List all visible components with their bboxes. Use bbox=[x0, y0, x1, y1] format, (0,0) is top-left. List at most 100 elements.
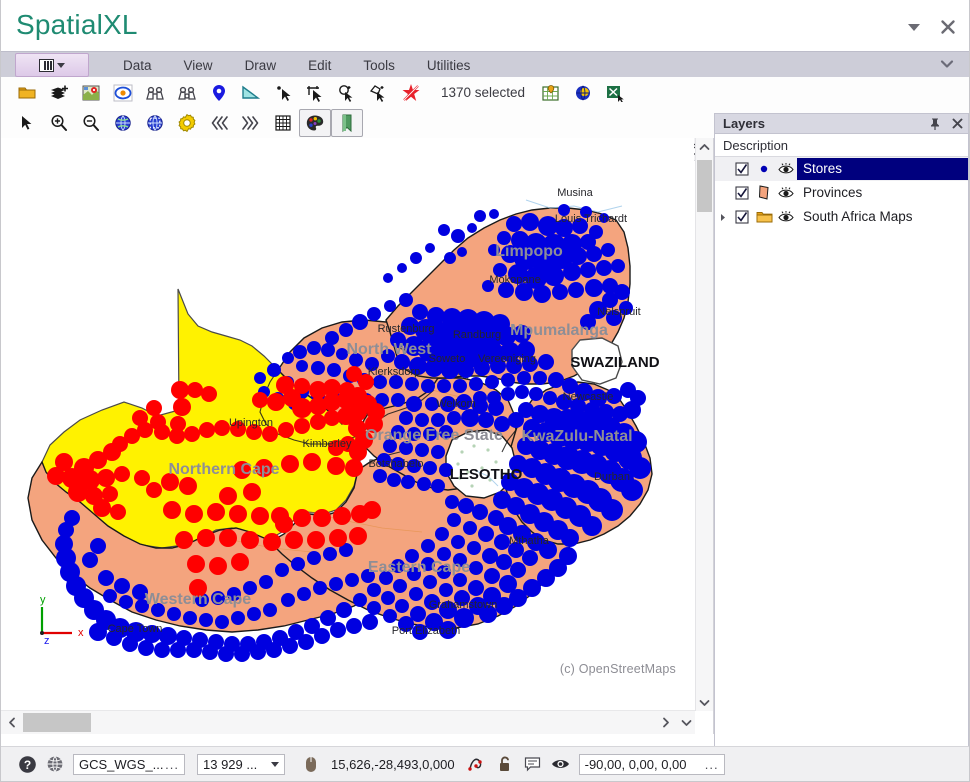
map-city-klerksdorp: Klerksdorp bbox=[368, 366, 421, 378]
layer-checkbox-provinces[interactable] bbox=[731, 186, 753, 200]
layer-checkbox-south-africa-maps[interactable] bbox=[731, 210, 753, 224]
select-rectangle-button[interactable] bbox=[299, 79, 331, 107]
menu-item-data[interactable]: Data bbox=[107, 55, 168, 76]
map-canvas[interactable]: Limpopo Mpumalanga North West KwaZulu-Na… bbox=[2, 138, 694, 711]
grid-button[interactable] bbox=[267, 109, 299, 137]
mouse-icon bbox=[305, 756, 317, 773]
scroll-corner-button[interactable] bbox=[677, 711, 695, 734]
zoom-in-button[interactable] bbox=[43, 109, 75, 137]
find-button[interactable] bbox=[139, 79, 171, 107]
zoom-full-button[interactable] bbox=[107, 109, 139, 137]
geocode-button[interactable] bbox=[567, 79, 599, 107]
map-label-eastern-cape: Eastern Cape bbox=[368, 559, 470, 576]
settings-button[interactable] bbox=[171, 109, 203, 137]
pan-select-button[interactable] bbox=[11, 109, 43, 137]
open-folder-button[interactable] bbox=[11, 79, 43, 107]
projection-field[interactable]: GCS_WGS_... ... bbox=[73, 754, 185, 775]
bookmarks-button[interactable] bbox=[331, 109, 363, 137]
menu-item-tools[interactable]: Tools bbox=[347, 55, 411, 76]
layer-row-south-africa-maps[interactable]: South Africa Maps bbox=[715, 205, 968, 229]
polyline-tool-button[interactable] bbox=[463, 752, 491, 776]
layer-label-stores: Stores bbox=[797, 158, 968, 180]
rotation-more-button[interactable]: ... bbox=[705, 757, 719, 772]
place-pin-button[interactable] bbox=[203, 79, 235, 107]
chevron-down-icon[interactable] bbox=[271, 762, 279, 767]
layers-panel-title: Layers bbox=[723, 116, 924, 131]
map-city-welkom: Welkom bbox=[436, 398, 476, 410]
measure-button[interactable] bbox=[235, 79, 267, 107]
lock-toggle-button[interactable] bbox=[491, 752, 519, 776]
map-label-swaziland: SWAZILAND bbox=[570, 354, 659, 371]
next-extent-button[interactable] bbox=[235, 109, 267, 137]
projection-more-button[interactable]: ... bbox=[165, 757, 179, 772]
layers-tree: Description bbox=[714, 134, 969, 748]
thematic-map-button[interactable] bbox=[535, 79, 567, 107]
bing-basemap-button[interactable] bbox=[107, 79, 139, 107]
scale-field[interactable]: 13 929 ... bbox=[197, 754, 285, 775]
horizontal-scroll-thumb[interactable] bbox=[23, 713, 91, 732]
map-city-randburg: Randburg bbox=[453, 329, 501, 341]
select-polygon-button[interactable] bbox=[363, 79, 395, 107]
add-layer-button[interactable] bbox=[43, 79, 75, 107]
menu-item-utilities[interactable]: Utilities bbox=[411, 55, 487, 76]
layer-visibility-provinces[interactable] bbox=[775, 187, 797, 200]
menu-item-edit[interactable]: Edit bbox=[292, 55, 347, 76]
scroll-right-button[interactable] bbox=[655, 717, 677, 728]
styles-button[interactable] bbox=[299, 109, 331, 137]
eye-icon bbox=[778, 163, 794, 176]
scroll-up-button[interactable] bbox=[696, 138, 713, 155]
close-button[interactable] bbox=[939, 18, 957, 36]
rotation-field[interactable]: -90,00, 0,00, 0,00 ... bbox=[579, 754, 725, 775]
scroll-down-button[interactable] bbox=[696, 694, 713, 711]
map-horizontal-scrollbar[interactable] bbox=[1, 710, 695, 734]
window-controls bbox=[905, 18, 957, 36]
locate-button[interactable] bbox=[171, 79, 203, 107]
chevron-down-icon bbox=[939, 58, 955, 70]
select-point-icon bbox=[273, 84, 293, 102]
select-point-button[interactable] bbox=[267, 79, 299, 107]
map-vertical-scrollbar[interactable] bbox=[695, 138, 713, 711]
zoom-out-button[interactable] bbox=[75, 109, 107, 137]
map-city-botshabelo: Botshabelo bbox=[368, 458, 423, 470]
minimize-button[interactable] bbox=[905, 18, 923, 36]
zoom-layer-button[interactable] bbox=[139, 109, 171, 137]
layer-row-stores[interactable]: Stores bbox=[715, 157, 968, 181]
map-thumbnail-icon bbox=[81, 84, 101, 102]
eye-icon bbox=[551, 757, 570, 771]
export-excel-button[interactable] bbox=[599, 79, 631, 107]
previous-extent-button[interactable] bbox=[203, 109, 235, 137]
vertical-scroll-thumb[interactable] bbox=[697, 160, 712, 212]
layer-checkbox-stores[interactable] bbox=[731, 162, 753, 176]
select-circle-button[interactable] bbox=[331, 79, 363, 107]
ribbon-expand-button[interactable] bbox=[939, 58, 955, 73]
layer-label-south-africa-maps: South Africa Maps bbox=[797, 206, 968, 228]
visibility-toggle-button[interactable] bbox=[547, 752, 575, 776]
globe-sun-icon bbox=[573, 84, 593, 102]
export-excel-icon bbox=[605, 84, 625, 102]
map-city-upington: Upington bbox=[229, 417, 273, 429]
layers-pin-button[interactable] bbox=[924, 117, 946, 131]
map-catalogue-button[interactable] bbox=[75, 79, 107, 107]
application-menu-button[interactable] bbox=[15, 53, 89, 77]
map-city-durban: Durban bbox=[594, 471, 630, 483]
annotation-button[interactable] bbox=[519, 752, 547, 776]
open-folder-icon bbox=[17, 84, 37, 102]
scroll-left-button[interactable] bbox=[1, 717, 23, 728]
menu-item-draw[interactable]: Draw bbox=[229, 55, 293, 76]
grid-icon bbox=[274, 114, 292, 132]
map-city-louis-trichardt: Louis Trichardt bbox=[555, 213, 627, 225]
binoculars-locate-icon bbox=[176, 84, 198, 102]
layer-visibility-south-africa-maps[interactable] bbox=[775, 211, 797, 224]
expand-arrow-icon[interactable] bbox=[715, 213, 731, 222]
select-polygon-icon bbox=[369, 84, 389, 102]
menu-item-view[interactable]: View bbox=[168, 55, 229, 76]
help-button[interactable]: ? bbox=[13, 752, 41, 776]
projection-globe-button[interactable] bbox=[41, 752, 69, 776]
layers-close-button[interactable] bbox=[946, 117, 968, 130]
clear-selection-button[interactable] bbox=[395, 79, 427, 107]
clear-selection-icon bbox=[401, 83, 421, 103]
menu-items: Data View Draw Edit Tools Utilities bbox=[107, 55, 486, 76]
layer-row-provinces[interactable]: Provinces bbox=[715, 181, 968, 205]
layer-visibility-stores[interactable] bbox=[775, 163, 797, 176]
globe-icon bbox=[46, 755, 64, 773]
